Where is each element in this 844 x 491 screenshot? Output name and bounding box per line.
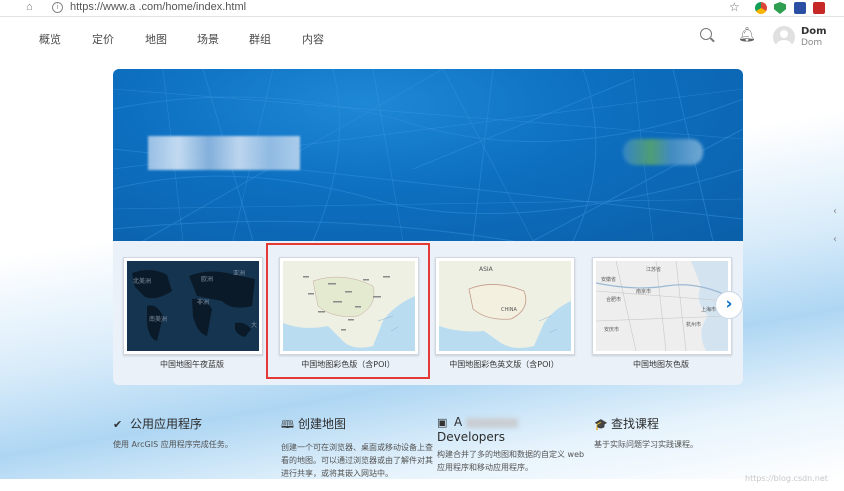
top-nav: 概览 定价 地图 场景 群组 内容 🔔︎ Dom Dom bbox=[0, 17, 844, 59]
star-icon[interactable]: ☆ bbox=[729, 0, 740, 14]
info-icon[interactable]: i bbox=[52, 2, 63, 13]
basemap-card-gray[interactable]: 江苏省 南京市 上海市 杭州市 合肥市 安庆市 安徽省 bbox=[592, 257, 732, 355]
feature-title[interactable]: 查找课程 bbox=[611, 417, 659, 431]
map-label: 合肥市 bbox=[606, 296, 621, 303]
basemap-card-color-english[interactable]: ASIA CHINA bbox=[435, 257, 575, 355]
feature-create-map[interactable]: 🕮 创建地图 创建一个可在浏览器、桌面或移动设备上查看的地图。可以通过浏览器或由了… bbox=[281, 415, 441, 480]
feature-title[interactable]: 创建地图 bbox=[298, 417, 346, 431]
svg-text:江苏省: 江苏省 bbox=[646, 266, 661, 273]
nav-item-pricing[interactable]: 定价 bbox=[92, 31, 114, 47]
basemap-card-dark[interactable]: 北美洲 欧洲 亚洲 非洲 南美洲 大 bbox=[123, 257, 263, 355]
book-map-icon: 🕮 bbox=[281, 418, 294, 431]
feature-desc: 创建一个可在浏览器、桌面或移动设备上查看的地图。可以通过浏览器或由了解件对其进行… bbox=[281, 443, 433, 478]
chrome-icon[interactable] bbox=[755, 2, 767, 14]
blurred-text bbox=[466, 417, 519, 428]
map-label: 大 bbox=[251, 321, 257, 329]
bell-icon[interactable]: 🔔︎ bbox=[738, 27, 756, 43]
feature-desc: 基于实际问题学习实践课程。 bbox=[594, 440, 698, 449]
watermark: https://blog.csdn.net bbox=[745, 474, 828, 483]
nav-item-map[interactable]: 地图 bbox=[145, 31, 167, 47]
feature-find-courses[interactable]: 🎓 查找课程 基于实际问题学习实践课程。 bbox=[594, 415, 754, 451]
feature-title[interactable]: A bbox=[454, 415, 462, 429]
basemap-label[interactable]: 中国地图彩色英文版（含POI） bbox=[429, 359, 579, 370]
hero-logo-blurred bbox=[623, 139, 703, 165]
feature-public-apps[interactable]: ✔ 公用应用程序 使用 ArcGIS 应用程序完成任务。 bbox=[113, 415, 273, 451]
map-label: 亚洲 bbox=[233, 270, 245, 277]
nav-item-groups[interactable]: 群组 bbox=[249, 31, 271, 47]
home-icon[interactable]: ⌂ bbox=[26, 1, 33, 13]
svg-text:安徽省: 安徽省 bbox=[601, 276, 616, 283]
feature-title[interactable]: 公用应用程序 bbox=[130, 417, 202, 431]
chevron-right-icon[interactable]: › bbox=[715, 291, 743, 319]
nav-item-scene[interactable]: 场景 bbox=[197, 31, 219, 47]
gray-map-thumbnail: 江苏省 南京市 上海市 杭州市 合肥市 安庆市 安徽省 bbox=[596, 261, 728, 351]
feature-desc: 构建合并了多的地图和数据的自定义 web 应用程序和移动应用程序。 bbox=[437, 450, 585, 472]
avatar[interactable] bbox=[773, 26, 795, 48]
english-map-thumbnail: ASIA CHINA bbox=[439, 261, 571, 351]
graduation-cap-icon: 🎓 bbox=[594, 418, 608, 431]
map-label: 南美洲 bbox=[149, 315, 167, 323]
map-label: 欧洲 bbox=[201, 275, 213, 283]
hero-banner bbox=[113, 69, 743, 241]
basemap-label[interactable]: 中国地图午夜蓝版 bbox=[117, 359, 267, 370]
browser-url-bar: ⌂ i https://www.a .com/home/index.html ☆ bbox=[0, 0, 844, 17]
nav-item-content[interactable]: 内容 bbox=[302, 31, 324, 47]
nav-item-overview[interactable]: 概览 bbox=[39, 31, 61, 47]
user-subtitle: Dom bbox=[801, 38, 823, 48]
shield-icon[interactable] bbox=[774, 2, 786, 14]
basemap-label[interactable]: 中国地图灰色版 bbox=[586, 359, 736, 370]
map-label: 上海市 bbox=[701, 306, 716, 313]
map-label: 非洲 bbox=[197, 298, 209, 306]
map-label: 北美洲 bbox=[133, 277, 151, 285]
map-label: CHINA bbox=[501, 307, 517, 313]
adblock-icon[interactable] bbox=[813, 2, 825, 14]
feature-title-line2[interactable]: Developers bbox=[437, 430, 597, 444]
url-text[interactable]: https://www.a .com/home/index.html bbox=[70, 1, 246, 13]
checkmark-icon: ✔ bbox=[113, 418, 123, 431]
map-label: 南京市 bbox=[636, 288, 651, 295]
dark-map-thumbnail: 北美洲 欧洲 亚洲 非洲 南美洲 大 bbox=[127, 261, 259, 351]
side-scroll-chevrons[interactable]: ‹ ‹ bbox=[833, 198, 837, 254]
map-label: 安庆市 bbox=[604, 326, 619, 333]
map-label: 杭州市 bbox=[686, 321, 701, 328]
search-icon[interactable] bbox=[700, 28, 712, 40]
hero-title-blurred bbox=[148, 136, 300, 170]
feature-developers[interactable]: ▣ A Developers 构建合并了多的地图和数据的自定义 web 应用程序和… bbox=[437, 415, 597, 474]
user-name[interactable]: Dom bbox=[801, 26, 827, 37]
map-label: ASIA bbox=[479, 266, 494, 273]
developer-window-icon: ▣ bbox=[437, 416, 448, 429]
picture-icon[interactable] bbox=[794, 2, 806, 14]
selection-highlight-box bbox=[266, 243, 430, 379]
feature-desc: 使用 ArcGIS 应用程序完成任务。 bbox=[113, 440, 233, 449]
